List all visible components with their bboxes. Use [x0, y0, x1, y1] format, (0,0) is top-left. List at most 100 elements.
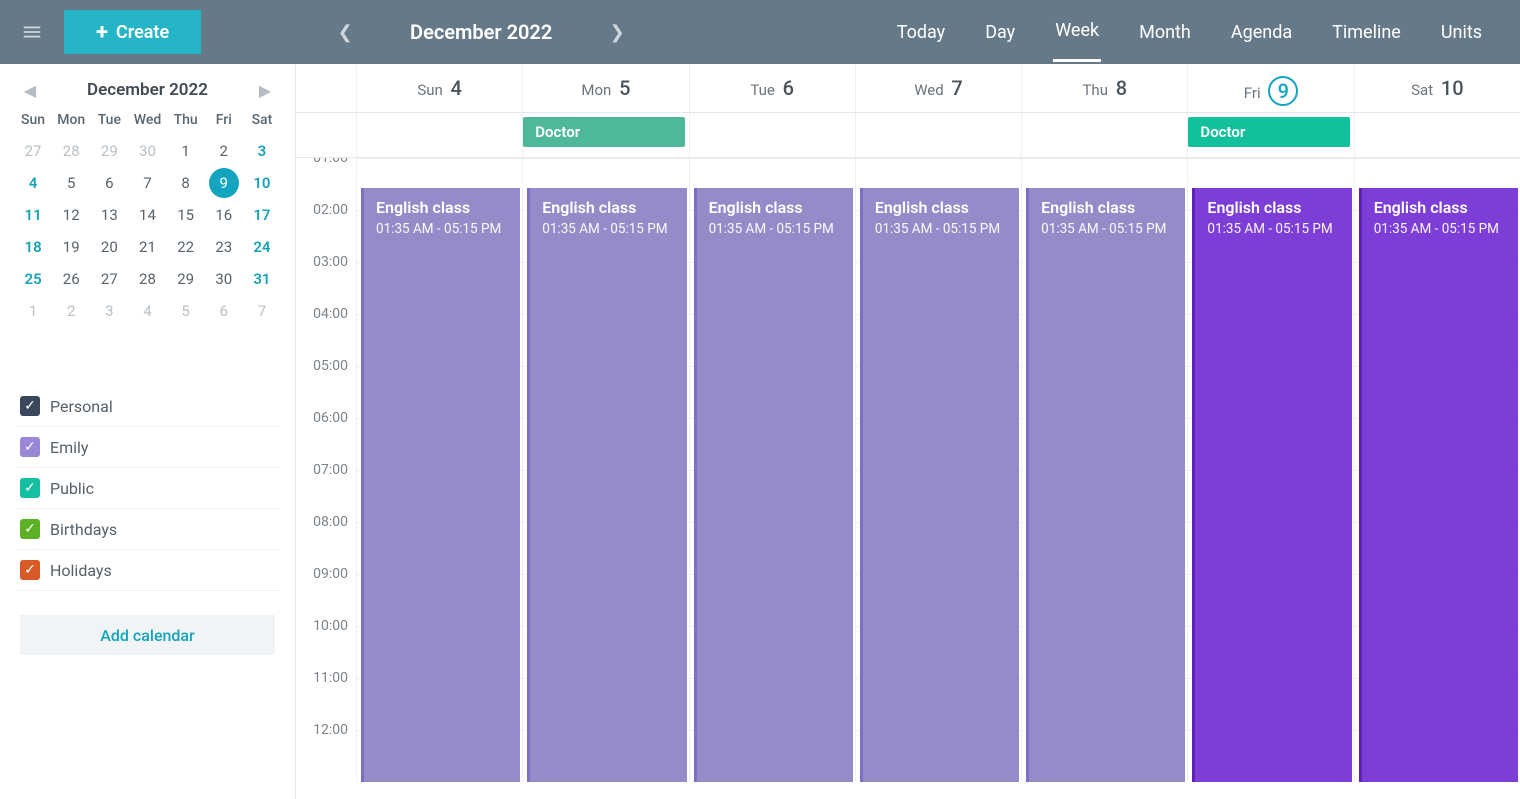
day-header[interactable]: Wed 7 — [855, 64, 1021, 112]
mini-day[interactable]: 6 — [90, 170, 128, 196]
mini-day[interactable]: 15 — [167, 202, 205, 228]
mini-day[interactable]: 23 — [205, 234, 243, 260]
mini-day[interactable]: 7 — [128, 170, 166, 196]
mini-day[interactable]: 1 — [14, 298, 52, 324]
mini-next-button[interactable]: ▶ — [255, 81, 275, 100]
mini-day[interactable]: 7 — [243, 298, 281, 324]
allday-cell[interactable] — [1021, 113, 1187, 157]
day-column[interactable]: English class01:35 AM - 05:15 PM — [689, 158, 855, 782]
menu-button[interactable] — [12, 12, 52, 52]
mini-day[interactable]: 24 — [243, 234, 281, 260]
event-block[interactable]: English class01:35 AM - 05:15 PM — [361, 188, 520, 782]
day-header[interactable]: Sun 4 — [356, 64, 522, 112]
mini-day[interactable]: 30 — [205, 266, 243, 292]
mini-day[interactable]: 2 — [205, 138, 243, 164]
mini-day[interactable]: 28 — [52, 138, 90, 164]
mini-day[interactable]: 25 — [14, 266, 52, 292]
event-block[interactable]: English class01:35 AM - 05:15 PM — [1192, 188, 1351, 782]
tab-day[interactable]: Day — [983, 4, 1017, 61]
mini-day[interactable]: 4 — [128, 298, 166, 324]
tab-units[interactable]: Units — [1439, 4, 1484, 61]
allday-cell[interactable]: Doctor — [522, 113, 688, 157]
allday-cell[interactable] — [689, 113, 855, 157]
allday-cell[interactable]: Doctor — [1187, 113, 1353, 157]
day-column[interactable]: English class01:35 AM - 05:15 PM — [1354, 158, 1520, 782]
tab-week[interactable]: Week — [1053, 2, 1101, 62]
legend-item[interactable]: ✓Holidays — [16, 550, 279, 591]
mini-day[interactable]: 27 — [14, 138, 52, 164]
tab-timeline[interactable]: Timeline — [1330, 4, 1403, 61]
day-header[interactable]: Fri 9 — [1187, 64, 1353, 112]
day-header[interactable]: Sat 10 — [1354, 64, 1520, 112]
day-header[interactable]: Thu 8 — [1021, 64, 1187, 112]
mini-day[interactable]: 16 — [205, 202, 243, 228]
mini-day[interactable]: 27 — [90, 266, 128, 292]
tab-today[interactable]: Today — [895, 4, 947, 61]
mini-day[interactable]: 13 — [90, 202, 128, 228]
mini-day[interactable]: 3 — [243, 138, 281, 164]
allday-event[interactable]: Doctor — [523, 117, 684, 147]
mini-day[interactable]: 22 — [167, 234, 205, 260]
allday-event[interactable]: Doctor — [1188, 117, 1349, 147]
next-month-button[interactable]: ❯ — [601, 16, 633, 48]
event-block[interactable]: English class01:35 AM - 05:15 PM — [694, 188, 853, 782]
week-view: Sun 4Mon 5Tue 6Wed 7Thu 8Fri 9Sat 10 Doc… — [296, 64, 1520, 799]
day-column[interactable]: English class01:35 AM - 05:15 PM — [522, 158, 688, 782]
day-column[interactable]: English class01:35 AM - 05:15 PM — [855, 158, 1021, 782]
event-block[interactable]: English class01:35 AM - 05:15 PM — [1359, 188, 1518, 782]
event-time: 01:35 AM - 05:15 PM — [542, 221, 674, 237]
mini-day[interactable]: 28 — [128, 266, 166, 292]
mini-day[interactable]: 8 — [167, 170, 205, 196]
day-header[interactable]: Tue 6 — [689, 64, 855, 112]
mini-day[interactable]: 31 — [243, 266, 281, 292]
mini-day[interactable]: 20 — [90, 234, 128, 260]
mini-day[interactable]: 18 — [14, 234, 52, 260]
mini-day[interactable]: 12 — [52, 202, 90, 228]
add-calendar-button[interactable]: Add calendar — [20, 615, 275, 655]
mini-day[interactable]: 11 — [14, 202, 52, 228]
mini-day[interactable]: 9 — [205, 170, 243, 196]
tab-month[interactable]: Month — [1137, 4, 1193, 61]
checkbox-icon: ✓ — [20, 560, 40, 580]
mini-day[interactable]: 21 — [128, 234, 166, 260]
time-label: 02:00 — [296, 202, 356, 254]
allday-cell[interactable] — [356, 113, 522, 157]
mini-day[interactable]: 14 — [128, 202, 166, 228]
mini-day[interactable]: 10 — [243, 170, 281, 196]
mini-day[interactable]: 4 — [14, 170, 52, 196]
tab-agenda[interactable]: Agenda — [1229, 4, 1294, 61]
mini-day[interactable]: 6 — [205, 298, 243, 324]
mini-day[interactable]: 17 — [243, 202, 281, 228]
mini-day[interactable]: 29 — [167, 266, 205, 292]
mini-day[interactable]: 1 — [167, 138, 205, 164]
day-column[interactable]: English class01:35 AM - 05:15 PM — [1187, 158, 1353, 782]
event-block[interactable]: English class01:35 AM - 05:15 PM — [527, 188, 686, 782]
legend-item[interactable]: ✓Personal — [16, 386, 279, 427]
legend-label: Birthdays — [50, 520, 117, 539]
mini-day[interactable]: 3 — [90, 298, 128, 324]
plus-icon: + — [96, 20, 108, 45]
allday-cell[interactable] — [855, 113, 1021, 157]
create-button[interactable]: + Create — [64, 10, 201, 54]
allday-cell[interactable] — [1354, 113, 1520, 157]
time-label: 09:00 — [296, 566, 356, 618]
mini-day[interactable]: 2 — [52, 298, 90, 324]
mini-day[interactable]: 5 — [167, 298, 205, 324]
legend-item[interactable]: ✓Emily — [16, 427, 279, 468]
mini-day[interactable]: 26 — [52, 266, 90, 292]
mini-prev-button[interactable]: ◀ — [20, 81, 40, 100]
event-title: English class — [1041, 198, 1173, 217]
event-block[interactable]: English class01:35 AM - 05:15 PM — [860, 188, 1019, 782]
mini-day[interactable]: 29 — [90, 138, 128, 164]
mini-day[interactable]: 5 — [52, 170, 90, 196]
prev-month-button[interactable]: ❮ — [329, 16, 361, 48]
mini-day[interactable]: 30 — [128, 138, 166, 164]
legend-item[interactable]: ✓Birthdays — [16, 509, 279, 550]
legend-item[interactable]: ✓Public — [16, 468, 279, 509]
day-column[interactable]: English class01:35 AM - 05:15 PM — [1021, 158, 1187, 782]
event-title: English class — [709, 198, 841, 217]
event-block[interactable]: English class01:35 AM - 05:15 PM — [1026, 188, 1185, 782]
day-header[interactable]: Mon 5 — [522, 64, 688, 112]
day-column[interactable]: English class01:35 AM - 05:15 PM — [356, 158, 522, 782]
mini-day[interactable]: 19 — [52, 234, 90, 260]
